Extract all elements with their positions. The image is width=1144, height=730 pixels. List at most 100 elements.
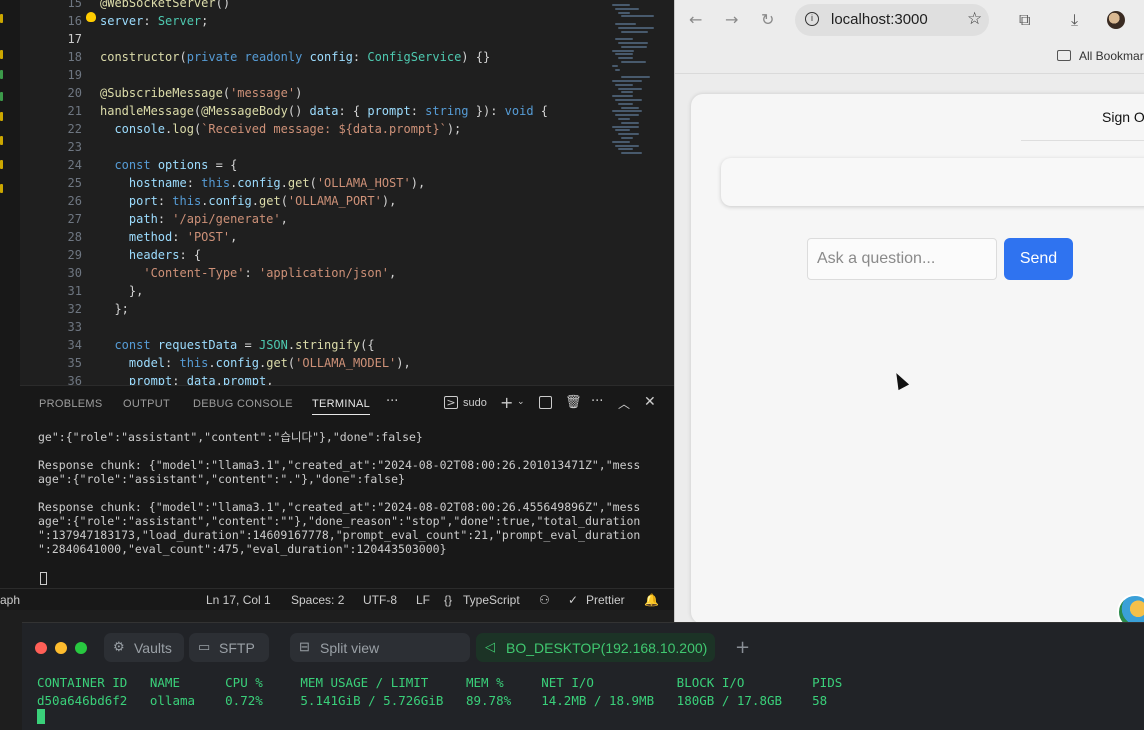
tab-sftp[interactable]: ▭ SFTP bbox=[189, 633, 269, 662]
code-line[interactable]: @WebSocketServer() bbox=[100, 0, 230, 12]
download-icon[interactable]: ⤓ bbox=[1071, 10, 1078, 30]
code-line[interactable]: method: 'POST', bbox=[100, 228, 237, 246]
line-number: 35 bbox=[67, 356, 82, 370]
line-number: 33 bbox=[67, 320, 82, 334]
stats-header: CONTAINER ID NAME CPU % MEM USAGE / LIMI… bbox=[37, 675, 843, 690]
zoom-window-button[interactable] bbox=[75, 642, 87, 654]
code-line[interactable]: constructor(private readonly config: Con… bbox=[100, 48, 490, 66]
address-bar[interactable]: i localhost:3000 ☆ bbox=[795, 4, 989, 36]
line-number: 22 bbox=[67, 122, 82, 136]
line-number: 23 bbox=[67, 140, 82, 154]
terminal-line: ":137947183173,"load_duration":146091677… bbox=[38, 528, 641, 542]
status-left-fragment[interactable]: aph bbox=[0, 593, 20, 607]
close-window-button[interactable] bbox=[35, 642, 47, 654]
question-input[interactable] bbox=[807, 238, 997, 280]
maximize-panel-icon[interactable]: ︿ bbox=[618, 395, 630, 412]
activity-bar bbox=[0, 0, 20, 588]
end-of-line[interactable]: LF bbox=[416, 593, 430, 607]
code-line[interactable]: prompt: data.prompt, bbox=[100, 372, 274, 385]
code-line[interactable]: }; bbox=[100, 300, 128, 318]
code-line[interactable]: hostname: this.config.get('OLLAMA_HOST')… bbox=[100, 174, 425, 192]
lightbulb-icon[interactable] bbox=[86, 12, 96, 22]
stats-row: d50a646bd6f2 ollama 0.72% 5.141GiB / 5.7… bbox=[37, 693, 828, 708]
minimap-line bbox=[615, 99, 642, 101]
line-number: 20 bbox=[67, 86, 82, 100]
code-line[interactable]: port: this.config.get('OLLAMA_PORT'), bbox=[100, 192, 396, 210]
code-line[interactable]: 'Content-Type': 'application/json', bbox=[100, 264, 396, 282]
code-line[interactable]: model: this.config.get('OLLAMA_MODEL'), bbox=[100, 354, 411, 372]
code-line[interactable]: console.log(`Received message: ${data.pr… bbox=[100, 120, 461, 138]
back-icon[interactable]: ← bbox=[689, 10, 702, 29]
new-terminal-icon[interactable]: + bbox=[500, 393, 513, 412]
code-line[interactable]: handleMessage(@MessageBody() data: { pro… bbox=[100, 102, 548, 120]
minimap[interactable] bbox=[592, 0, 672, 160]
terminal-cursor bbox=[40, 572, 47, 585]
line-number: 29 bbox=[67, 248, 82, 262]
tab-bo-desktop[interactable]: ◁ BO_DESKTOP(192.168.10.200) bbox=[476, 633, 715, 662]
minimap-line bbox=[618, 118, 630, 120]
code-area[interactable]: @WebSocketServer() server: Server; constru… bbox=[100, 0, 600, 385]
minimap-line bbox=[615, 144, 639, 147]
chat-messages-box bbox=[721, 158, 1144, 206]
tab-output[interactable]: OUTPUT bbox=[123, 398, 170, 410]
encoding[interactable]: UTF-8 bbox=[363, 593, 397, 607]
more-actions-icon[interactable]: ··· bbox=[591, 394, 603, 409]
profile-avatar[interactable] bbox=[1107, 11, 1125, 29]
terminal-line: Response chunk: {"model":"llama3.1","cre… bbox=[38, 500, 641, 514]
code-line[interactable]: server: Server; bbox=[100, 12, 208, 30]
cursor-position[interactable]: Ln 17, Col 1 bbox=[206, 593, 271, 607]
extensions-icon[interactable]: ⧉ bbox=[1019, 10, 1030, 30]
minimap-line bbox=[618, 148, 633, 151]
code-line[interactable]: }, bbox=[100, 282, 143, 300]
chevron-down-icon[interactable]: ⌄ bbox=[517, 397, 525, 407]
shell-label[interactable]: sudo bbox=[463, 397, 487, 409]
copilot-icon[interactable]: ⚇ bbox=[539, 593, 550, 607]
minimap-line bbox=[618, 87, 642, 90]
language-mode[interactable]: TypeScript bbox=[463, 593, 520, 607]
sign-out-button[interactable]: Sign Out bbox=[1102, 109, 1144, 125]
forward-icon[interactable]: → bbox=[725, 10, 738, 29]
bookmark-star-icon[interactable]: ☆ bbox=[967, 9, 982, 29]
trash-icon[interactable]: 🗑 bbox=[565, 395, 582, 410]
all-bookmarks-link[interactable]: All Bookmarks bbox=[1079, 49, 1144, 63]
minimap-line bbox=[615, 68, 620, 71]
minimap-line bbox=[615, 83, 633, 86]
bottom-panel: PROBLEMS OUTPUT DEBUG CONSOLE TERMINAL ·… bbox=[20, 385, 674, 588]
minimize-window-button[interactable] bbox=[55, 642, 67, 654]
code-line[interactable]: headers: { bbox=[100, 246, 201, 264]
tab-vaults[interactable]: ⚙ Vaults bbox=[104, 633, 184, 662]
formatter[interactable]: Prettier bbox=[586, 593, 625, 607]
minimap-line bbox=[621, 91, 633, 94]
minimap-line bbox=[612, 125, 639, 128]
code-line[interactable]: const requestData = JSON.stringify({ bbox=[100, 336, 374, 354]
indentation[interactable]: Spaces: 2 bbox=[291, 593, 344, 607]
send-button[interactable]: Send bbox=[1004, 238, 1073, 280]
tab-debug-console[interactable]: DEBUG CONSOLE bbox=[193, 398, 293, 410]
terminal-shell-icon[interactable]: > bbox=[444, 396, 458, 409]
code-line[interactable]: path: '/api/generate', bbox=[100, 210, 288, 228]
minimap-line bbox=[618, 133, 639, 136]
tab-terminal[interactable]: TERMINAL bbox=[312, 398, 371, 415]
minimap-line bbox=[621, 76, 650, 79]
new-tab-icon[interactable]: + bbox=[735, 637, 750, 658]
reload-icon[interactable]: ↻ bbox=[761, 10, 774, 29]
minimap-line bbox=[615, 53, 633, 56]
line-number: 18 bbox=[67, 50, 82, 64]
line-number: 19 bbox=[67, 68, 82, 82]
more-icon[interactable]: ··· bbox=[386, 394, 398, 409]
split-terminal-icon[interactable] bbox=[539, 396, 552, 409]
tab-problems[interactable]: PROBLEMS bbox=[39, 398, 103, 410]
git-decoration bbox=[0, 92, 3, 101]
tab-split-view[interactable]: ⊟ Split view bbox=[290, 633, 470, 662]
close-icon[interactable]: ✕ bbox=[644, 394, 656, 410]
code-editor[interactable]: 15 16 17 18 19 20 21 22 23 24 25 26 27 28 29 30 31 32 33 34… bbox=[20, 0, 674, 385]
url-text[interactable]: localhost:3000 bbox=[831, 11, 928, 28]
code-line[interactable]: @SubscribeMessage('message') bbox=[100, 84, 302, 102]
terminal-line: ":2840641000,"eval_count":475,"eval_dura… bbox=[38, 542, 447, 556]
code-line[interactable]: const options = { bbox=[100, 156, 237, 174]
terminal-line: ge":{"role":"assistant","content":"습니다"}… bbox=[38, 430, 423, 444]
bell-icon[interactable]: 🔔 bbox=[644, 593, 659, 607]
minimap-line bbox=[612, 95, 633, 98]
site-info-icon[interactable]: i bbox=[805, 12, 819, 26]
panel-tab-bar: PROBLEMS OUTPUT DEBUG CONSOLE TERMINAL ·… bbox=[20, 386, 674, 422]
